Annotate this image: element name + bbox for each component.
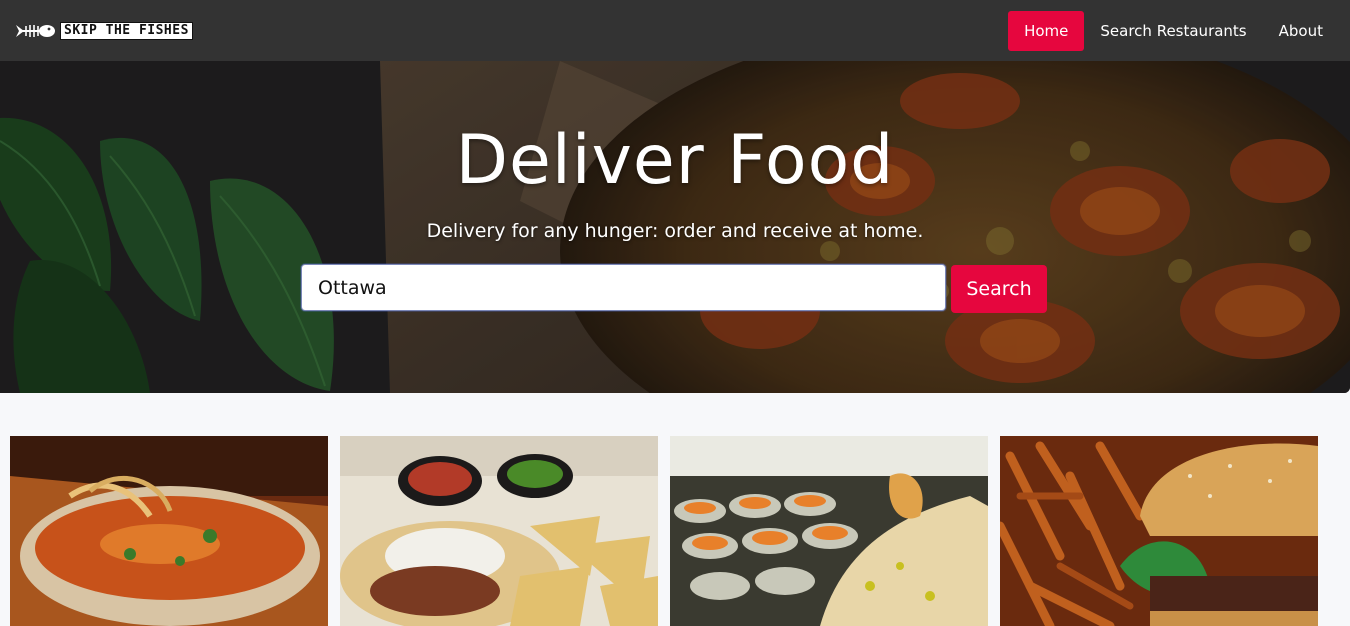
nav-item-search-restaurants[interactable]: Search Restaurants xyxy=(1084,11,1262,51)
restaurant-card[interactable] xyxy=(1000,436,1318,626)
restaurant-card[interactable] xyxy=(670,436,988,626)
curry-soup-bowl-photo xyxy=(10,436,328,626)
restaurant-card[interactable] xyxy=(340,436,658,626)
hero-subtitle: Delivery for any hunger: order and recei… xyxy=(426,220,924,242)
brand-name: SKIP THE FISHES xyxy=(60,21,193,40)
brand-logo[interactable]: SKIP THE FISHES xyxy=(14,20,193,42)
tacos-and-chips-photo xyxy=(340,436,658,626)
restaurant-card[interactable] xyxy=(10,436,328,626)
search-button[interactable]: Search xyxy=(951,265,1047,313)
location-search-input[interactable] xyxy=(301,264,946,311)
hero-banner: Deliver Food Delivery for any hunger: or… xyxy=(0,61,1350,393)
nav-links: Home Search Restaurants About xyxy=(1008,10,1339,51)
top-navbar: SKIP THE FISHES Home Search Restaurants … xyxy=(0,0,1350,61)
hero-title: Deliver Food xyxy=(455,121,895,200)
burger-and-fries-photo xyxy=(1000,436,1318,626)
nav-item-home[interactable]: Home xyxy=(1008,10,1085,51)
nav-item-about[interactable]: About xyxy=(1263,11,1339,51)
fish-skeleton-icon xyxy=(16,24,55,37)
sushi-platter-photo xyxy=(670,436,988,626)
